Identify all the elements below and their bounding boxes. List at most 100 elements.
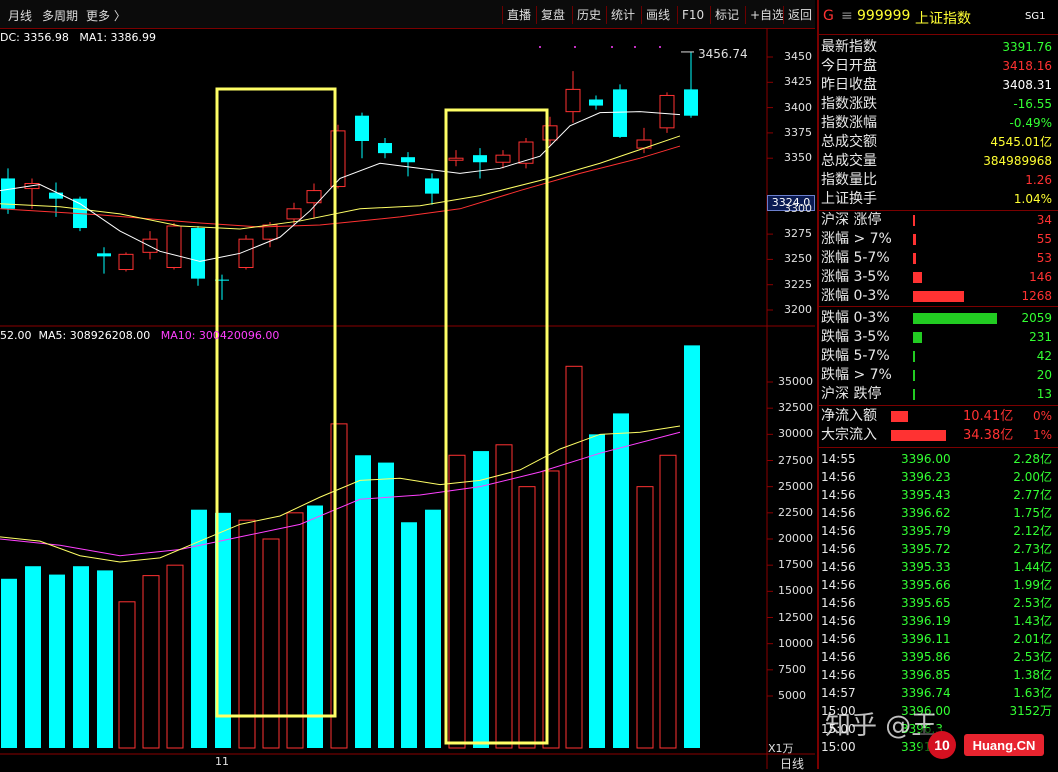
candle-up [542,125,558,141]
tick-price: 3396.62 [901,506,951,520]
tick-volume: 1.63亿 [1013,686,1052,700]
signal-dot [634,46,636,48]
volume-bar-up [448,454,466,749]
draw-line-button[interactable]: 画线 [641,6,674,24]
quote-value: -0.49% [1009,116,1052,130]
quote-panel: G ≡ 999999 上证指数 SG1 最新指数 3391.76 今日开盘 3418.… [817,0,1058,769]
index-tag: SG1 [1025,11,1046,22]
high-price-label: 3456.74 [698,47,748,61]
quote-label: 昨日收盘 [821,77,877,93]
volume-bar-down [97,570,113,748]
quote-value: 384989968 [983,154,1052,168]
tick-volume: 1.44亿 [1013,560,1052,574]
add-watchlist-button[interactable]: +自选 [745,6,788,24]
candle-down [425,178,439,194]
multi-period-tab[interactable]: 多周期 [42,7,78,24]
volume-tick: 10000 [778,636,813,650]
price-tick: 3400 [784,100,812,114]
rise-value: 34 [1036,213,1052,227]
volume-bar-up [636,486,654,749]
divider [819,405,1058,406]
volume-tick: 12500 [778,610,813,624]
tick-row: 14:56 3396.85 1.38亿 [821,666,1054,684]
tick-row: 14:56 3396.23 2.00亿 [821,468,1054,486]
quote-row: 指数涨跌 -16.55 [821,95,1054,114]
tick-time: 14:56 [821,632,856,646]
monthly-tab[interactable]: 月线 [8,7,32,24]
tick-row: 14:56 3395.66 1.99亿 [821,576,1054,594]
tick-volume: 2.53亿 [1013,596,1052,610]
rise-row: 涨幅 > 7% 55 [821,230,1054,249]
quote-value: 1.26 [1025,173,1052,187]
volume-bar-down [49,574,65,748]
tick-volume: 1.38亿 [1013,668,1052,682]
live-button[interactable]: 直播 [502,6,535,24]
rise-bar [913,215,915,226]
fall-label: 跌幅 > 7% [821,367,892,383]
volume-bar-up [330,423,348,749]
index-name: 上证指数 [915,11,971,27]
replay-button[interactable]: 复盘 [536,6,569,24]
history-button[interactable]: 历史 [572,6,605,24]
volume-tick: 7500 [778,662,806,676]
candle-down [49,192,63,199]
price-tick: 3425 [784,75,812,89]
tick-time: 14:56 [821,614,856,628]
tick-row: 14:56 3395.65 2.53亿 [821,594,1054,612]
tick-price: 3395.86 [901,650,951,664]
tick-price: 3395.33 [901,560,951,574]
flow-pct: 1% [1032,428,1052,442]
quote-row: 指数涨幅 -0.49% [821,114,1054,133]
volume-tick: 27500 [778,453,813,467]
svg-text:Huang.CN: Huang.CN [973,738,1036,753]
rise-value: 55 [1036,232,1052,246]
svg-text:10: 10 [934,737,950,753]
quote-row: 总成交量 384989968 [821,152,1054,171]
rise-label: 涨幅 0-3% [821,288,890,304]
candle-up [565,88,581,113]
tick-volume: 2.77亿 [1013,488,1052,502]
stats-button[interactable]: 统计 [606,6,639,24]
price-info-prefix: DC: 3356.98 [0,31,69,44]
volume-bar-down [25,566,41,748]
tick-row: 14:56 3395.33 1.44亿 [821,558,1054,576]
tick-time: 14:57 [821,686,856,700]
index-code: 999999 [857,8,911,24]
volume-bar-down [425,509,441,748]
candle-down [355,115,369,141]
candle-up [495,154,511,163]
ma5-readout: MA5: 308926208.00 [38,329,151,342]
menu-icon[interactable]: ≡ [841,8,853,24]
quote-row: 今日开盘 3418.16 [821,57,1054,76]
candle-up [118,253,134,271]
tick-price: 3395.79 [901,524,951,538]
f10-button[interactable]: F10 [677,6,708,24]
quote-row: 指数量比 1.26 [821,171,1054,190]
tick-volume: 2.73亿 [1013,542,1052,556]
tick-volume: 2.12亿 [1013,524,1052,538]
rise-label: 涨幅 5-7% [821,250,890,266]
flow-label: 净流入额 [821,408,877,424]
rise-label: 涨幅 3-5% [821,269,890,285]
fall-label: 跌幅 5-7% [821,348,890,364]
fall-bar [913,351,915,362]
price-tick: 3450 [784,50,812,63]
rise-bar [913,253,917,264]
candle-up [659,94,675,129]
divider [819,306,1058,307]
candlestick-chart[interactable]: DC: 3356.98 MA1: 3386.99 52.00 MA5: 3089… [0,28,815,772]
mark-button[interactable]: 标记 [710,6,743,24]
x-axis-label: 11 [215,755,229,768]
candle-up [330,130,346,188]
candle-down [97,253,111,257]
volume-info-line: 52.00 MA5: 308926208.00 MA10: 300420096.… [0,329,279,342]
signal-dot [539,46,541,48]
fall-label: 跌幅 3-5% [821,329,890,345]
price-tick: 3275 [784,227,812,241]
daily-tab[interactable]: 日线 [780,755,804,772]
rise-label: 沪深 涨停 [821,212,882,228]
back-button[interactable]: 返回 [783,6,816,24]
fall-value: 20 [1036,368,1052,382]
more-menu[interactable]: 更多 〉 [86,7,126,24]
fall-value: 42 [1036,349,1052,363]
